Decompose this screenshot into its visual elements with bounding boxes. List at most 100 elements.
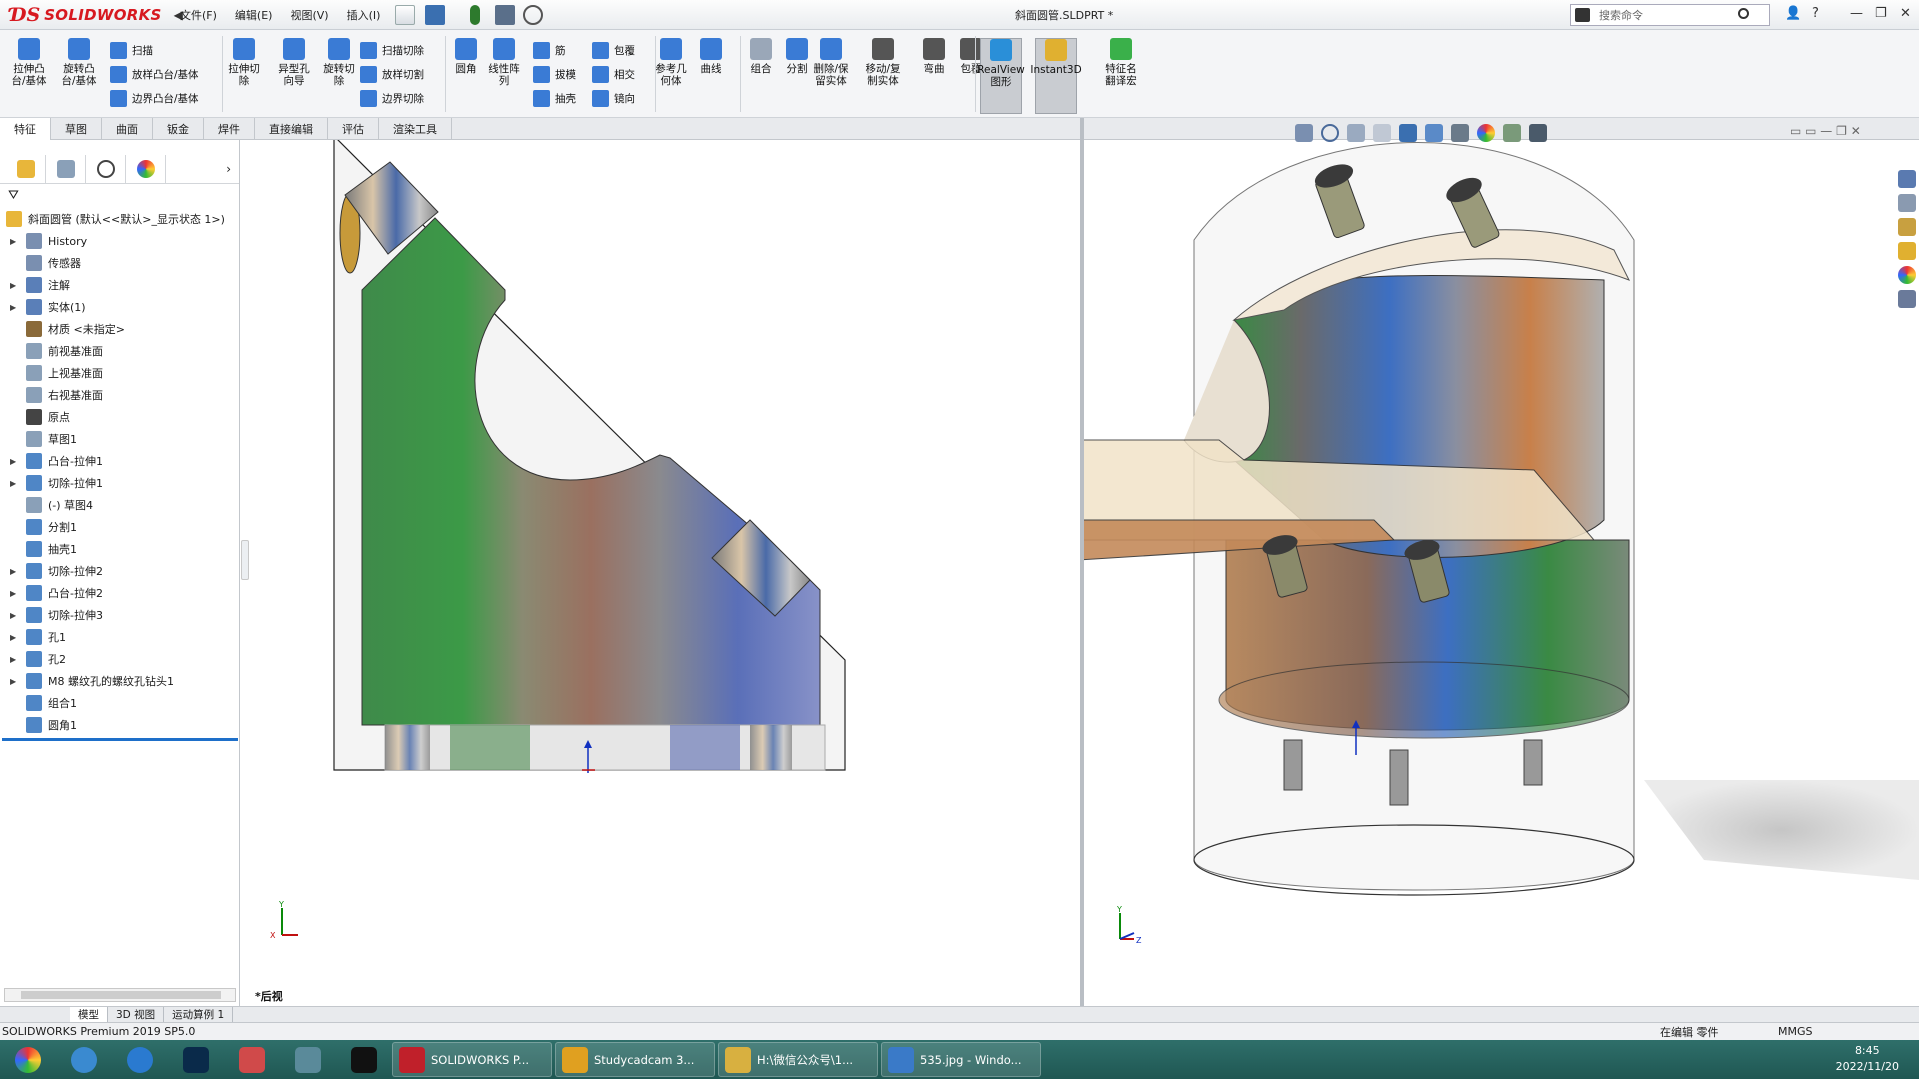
task-solidworks[interactable]: SOLIDWORKS P... [392, 1042, 552, 1077]
property-manager-tab[interactable] [46, 154, 86, 183]
menu-item[interactable]: 视图(V) [290, 7, 328, 23]
expand-arrow-icon[interactable]: ▶ [10, 655, 16, 664]
file-explorer-icon[interactable] [1898, 242, 1916, 260]
task-explorer[interactable]: H:\微信公众号\1... [718, 1042, 878, 1077]
gear-icon[interactable] [523, 5, 543, 25]
draft-button[interactable]: 拔模 [533, 66, 576, 83]
taskbar-pinned-app[interactable] [112, 1042, 168, 1077]
realview-button[interactable]: RealView 图形 [977, 38, 1025, 114]
search-scope-icon[interactable] [1575, 8, 1590, 22]
task-image-viewer[interactable]: 535.jpg - Windo... [881, 1042, 1041, 1077]
tree-item[interactable]: ▶ 切除-拉伸1 [0, 472, 239, 494]
tree-filter[interactable]: ⛛ [0, 188, 239, 208]
appearances-icon[interactable] [1898, 266, 1916, 284]
minimize-icon[interactable]: — [1850, 6, 1863, 21]
tab-5[interactable]: 直接编辑 [255, 118, 328, 140]
display-settings-icon[interactable] [1529, 124, 1547, 142]
taskbar-pinned-app[interactable] [280, 1042, 336, 1077]
menu-item[interactable]: 编辑(E) [235, 7, 273, 23]
tree-item[interactable]: 原点 [0, 406, 239, 428]
chevron-right-icon[interactable]: › [226, 162, 231, 176]
tab-2[interactable]: 曲面 [102, 118, 153, 140]
expand-arrow-icon[interactable]: ▶ [10, 237, 16, 246]
expand-arrow-icon[interactable]: ▶ [10, 567, 16, 576]
tree-item[interactable]: 传感器 [0, 252, 239, 274]
extrude-cut-button[interactable]: 拉伸切 除 [223, 38, 265, 114]
tree-item[interactable]: ▶ 孔2 [0, 648, 239, 670]
taskbar-pinned-app[interactable] [56, 1042, 112, 1077]
shell-button[interactable]: 抽壳 [533, 90, 576, 107]
graphics-viewport-left[interactable] [250, 140, 1080, 1006]
tree-item[interactable]: ▶ M8 螺纹孔的螺纹孔钻头1 [0, 670, 239, 692]
tree-item[interactable]: 材质 <未指定> [0, 318, 239, 340]
hole-wizard-button[interactable]: 异型孔 向导 [273, 38, 315, 114]
traffic-light-icon[interactable] [470, 5, 480, 25]
expand-arrow-icon[interactable]: ▶ [10, 633, 16, 642]
expand-arrow-icon[interactable]: ▶ [10, 589, 16, 598]
previous-view-icon[interactable] [1347, 124, 1365, 142]
tree-item[interactable]: (-) 草图4 [0, 494, 239, 516]
graphics-viewport-right[interactable] [1084, 140, 1919, 1006]
tab-6[interactable]: 评估 [328, 118, 379, 140]
system-clock[interactable]: 8:45 2022/11/20 [1836, 1043, 1899, 1075]
feature-manager-tab[interactable] [6, 154, 46, 183]
expand-arrow-icon[interactable]: ▶ [10, 611, 16, 620]
lofted-cut-button[interactable]: 放样切割 [360, 66, 424, 83]
model-tab-2[interactable]: 运动算例 1 [164, 1006, 234, 1023]
swept-cut-button[interactable]: 扫描切除 [360, 42, 424, 59]
move-copy-body-button[interactable]: 移动/复 制实体 [862, 38, 904, 114]
display-manager-tab[interactable] [126, 154, 166, 183]
boundary-cut-button[interactable]: 边界切除 [360, 90, 424, 107]
custom-properties-icon[interactable] [1898, 290, 1916, 308]
tree-item[interactable]: ▶ History [0, 230, 239, 252]
select-icon[interactable] [425, 5, 445, 25]
resources-icon[interactable] [1898, 194, 1916, 212]
zoom-to-fit-icon[interactable] [1295, 124, 1313, 142]
hide-show-items-icon[interactable] [1451, 124, 1469, 142]
view-orientation-icon[interactable] [1399, 124, 1417, 142]
delete-keep-body-button[interactable]: 删除/保 留实体 [810, 38, 852, 114]
reference-geometry-button[interactable]: 参考几 何体 [650, 38, 692, 114]
solidworks-logo[interactable]: ƊS SOLIDWORKS ◀ [10, 4, 183, 26]
tree-item[interactable]: 右视基准面 [0, 384, 239, 406]
scrollbar-thumb[interactable] [21, 991, 221, 999]
loft-boss-button[interactable]: 放样凸台/基体 [110, 66, 199, 83]
appearance-icon[interactable] [1477, 124, 1495, 142]
design-library-icon[interactable] [1898, 218, 1916, 236]
revolve-cut-button[interactable]: 旋转切 除 [318, 38, 360, 114]
tree-item[interactable]: 抽壳1 [0, 538, 239, 560]
mirror-button[interactable]: 镜向 [592, 90, 635, 107]
expand-arrow-icon[interactable]: ▶ [10, 479, 16, 488]
search-icon[interactable] [1738, 8, 1749, 19]
viewport-options-icon[interactable]: ▭ ▭ — ❐ ✕ [1790, 124, 1861, 138]
taskbar-pinned-app[interactable] [168, 1042, 224, 1077]
boundary-boss-button[interactable]: 边界凸台/基体 [110, 90, 199, 107]
search-command-field[interactable]: 搜索命令 [1570, 4, 1770, 26]
curves-button[interactable]: 曲线 [690, 38, 732, 114]
tree-item[interactable]: ▶ 切除-拉伸3 [0, 604, 239, 626]
rollback-bar[interactable] [2, 738, 238, 741]
expand-arrow-icon[interactable]: ▶ [10, 303, 16, 312]
unit-system-selector[interactable]: MMGS [1778, 1025, 1813, 1038]
flex-button[interactable]: 弯曲 [913, 38, 955, 114]
restore-icon[interactable]: ❐ [1875, 6, 1887, 21]
display-style-icon[interactable] [1425, 124, 1443, 142]
tree-item[interactable]: ▶ 孔1 [0, 626, 239, 648]
sweep-button[interactable]: 扫描 [110, 42, 153, 59]
expand-arrow-icon[interactable]: ▶ [10, 457, 16, 466]
start-button[interactable] [0, 1042, 56, 1077]
home-icon[interactable] [1898, 170, 1916, 188]
menu-item[interactable]: 文件(F) [180, 7, 217, 23]
zoom-to-area-icon[interactable] [1321, 124, 1339, 142]
panel-collapse-handle[interactable] [241, 540, 249, 580]
extrude-boss-button[interactable]: 拉伸凸 台/基体 [8, 38, 50, 114]
instant3d-button[interactable]: Instant3D [1030, 38, 1082, 114]
tab-4[interactable]: 焊件 [204, 118, 255, 140]
model-tab-1[interactable]: 3D 视图 [108, 1006, 165, 1023]
tree-item[interactable]: 组合1 [0, 692, 239, 714]
tab-0[interactable]: 特征 [0, 118, 51, 140]
tree-item[interactable]: ▶ 实体(1) [0, 296, 239, 318]
tree-item[interactable]: 分割1 [0, 516, 239, 538]
tree-item[interactable]: 前视基准面 [0, 340, 239, 362]
task-studycadcam[interactable]: Studycadcam 3... [555, 1042, 715, 1077]
